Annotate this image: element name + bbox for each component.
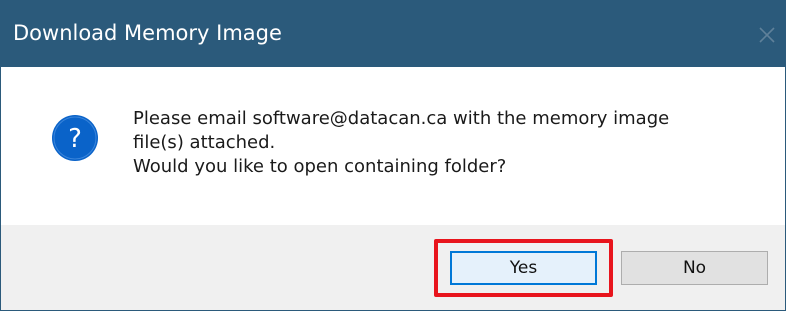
button-bar: Yes No xyxy=(1,225,785,310)
question-icon: ? xyxy=(51,114,99,162)
dialog-content: ? Please email software@datacan.ca with … xyxy=(1,67,785,201)
yes-button[interactable]: Yes xyxy=(450,251,597,285)
dialog-title: Download Memory Image xyxy=(13,21,282,45)
dialog-message: Please email software@datacan.ca with th… xyxy=(133,107,669,179)
svg-text:?: ? xyxy=(68,124,82,154)
no-button[interactable]: No xyxy=(621,251,768,285)
message-line-1: Please email software@datacan.ca with th… xyxy=(133,108,670,129)
message-line-3: Would you like to open containing folder… xyxy=(133,156,507,177)
message-line-2: file(s) attached. xyxy=(133,132,276,153)
dialog-window: Download Memory Image ? Please email sof… xyxy=(0,0,786,311)
title-bar[interactable]: Download Memory Image xyxy=(1,1,785,67)
close-icon[interactable] xyxy=(755,23,779,47)
